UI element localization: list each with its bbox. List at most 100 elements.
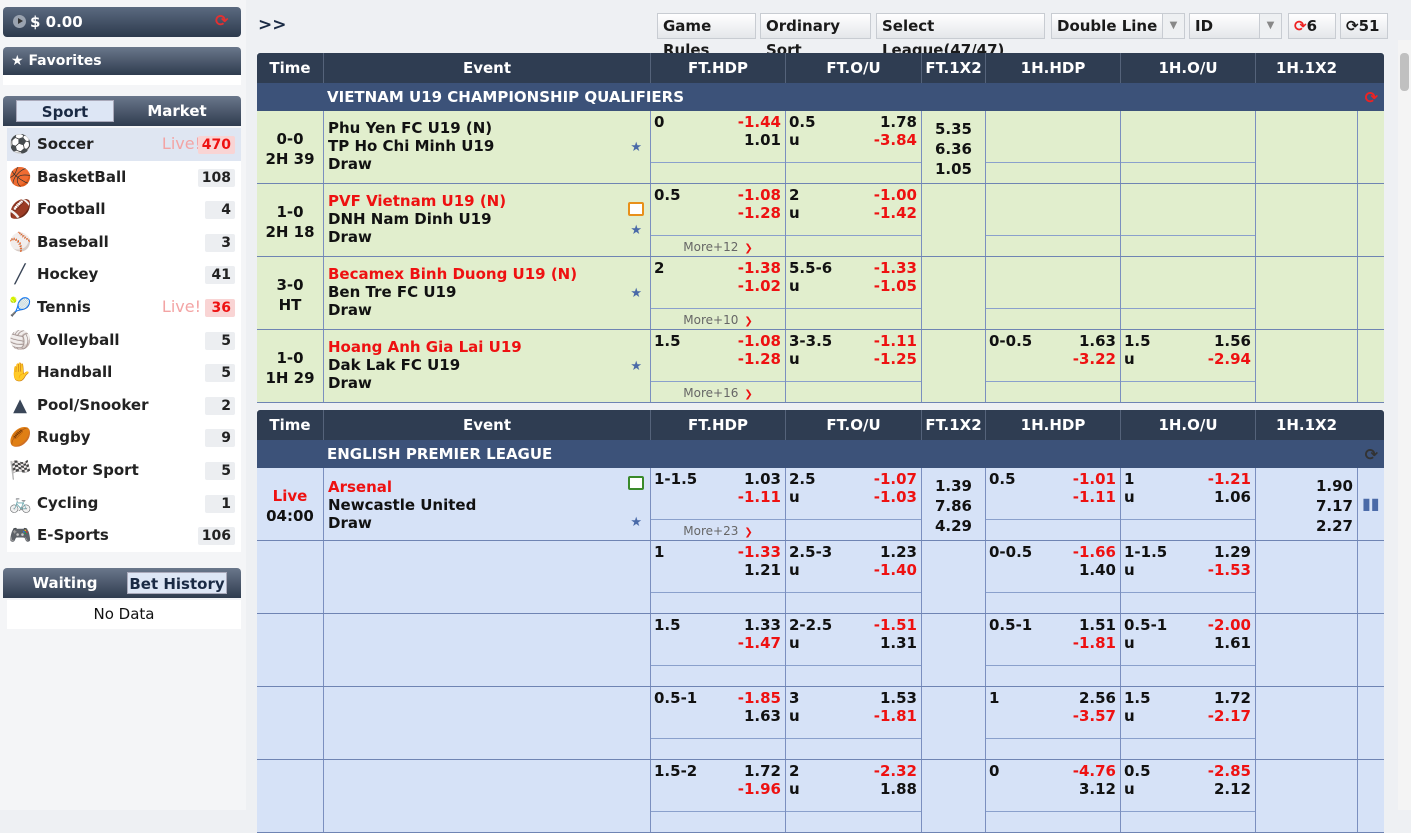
odds-value[interactable]: -2.94	[1208, 350, 1251, 368]
sidebar-item-tennis[interactable]: 🎾 Tennis Live! 36	[7, 291, 241, 324]
odds-value[interactable]: -1.11	[874, 332, 917, 350]
favorite-star-icon[interactable]: ★	[630, 514, 642, 532]
favorite-star-icon[interactable]: ★	[630, 222, 642, 240]
odds-cell[interactable]: 5.5-6 u -1.33 -1.05	[786, 257, 921, 309]
odds-value[interactable]: -1.40	[874, 561, 917, 579]
odds-value[interactable]: 1.63	[744, 707, 781, 725]
odds-value[interactable]: -1.11	[1073, 488, 1116, 506]
odds-value[interactable]: -1.08	[738, 332, 781, 350]
id-select[interactable]: ID ▼	[1189, 13, 1282, 39]
odds-value[interactable]: 3.12	[1079, 780, 1116, 798]
odds-cell[interactable]: 0.5 -1.08 -1.28	[651, 184, 785, 236]
odds-value[interactable]: 1.72	[1214, 689, 1251, 707]
more-markets-link[interactable]: More+10 ❯	[651, 310, 785, 332]
odds-value[interactable]: -1.21	[1208, 470, 1251, 488]
odds-cell[interactable]: 0 -1.44 1.01	[651, 111, 785, 163]
odds-value[interactable]: 2.12	[1214, 780, 1251, 798]
sidebar-item-hockey[interactable]: ╱ Hockey 41	[7, 258, 241, 291]
odds-value[interactable]: -1.33	[874, 259, 917, 277]
expand-button[interactable]: >>	[258, 15, 287, 35]
odds-value[interactable]: -2.00	[1208, 616, 1251, 634]
odds-cell[interactable]: 0-0.5 1.63 -3.22	[986, 330, 1120, 382]
refresh-icon[interactable]: ⟳	[1365, 84, 1378, 112]
odds-value[interactable]: 1.90	[1256, 476, 1353, 496]
refresh-live-button[interactable]: ⟳6	[1288, 13, 1336, 39]
odds-cell[interactable]: 2-2.5 u -1.51 1.31	[786, 614, 921, 666]
odds-value[interactable]: 6.36	[922, 139, 985, 159]
odds-value[interactable]: 1.39	[922, 476, 985, 496]
odds-cell[interactable]: 1-1.5 1.03 -1.11	[651, 468, 785, 520]
scrollbar[interactable]	[1398, 40, 1411, 810]
odds-value[interactable]: -1.33	[738, 543, 781, 561]
odds-value[interactable]: -4.76	[1073, 762, 1116, 780]
odds-cell[interactable]: 1.5 u 1.72 -2.17	[1121, 687, 1255, 739]
odds-value[interactable]: -3.22	[1073, 350, 1116, 368]
odds-value[interactable]: 1.05	[922, 159, 985, 179]
odds-value[interactable]: 1.40	[1079, 561, 1116, 579]
league-header[interactable]: VIETNAM U19 CHAMPIONSHIP QUALIFIERS ⟳	[257, 83, 1384, 111]
tab-waiting[interactable]: Waiting	[16, 572, 114, 594]
odds-value[interactable]: -1.28	[738, 204, 781, 222]
odds-value[interactable]: 1.78	[880, 113, 917, 131]
sidebar-item-baseball[interactable]: ⚾ Baseball 3	[7, 226, 241, 259]
odds-value[interactable]: -1.08	[738, 186, 781, 204]
odds-value[interactable]: 4.29	[922, 516, 985, 536]
odds-cell[interactable]: 0.5-1 -1.85 1.63	[651, 687, 785, 739]
line-select[interactable]: Double Line ▼	[1051, 13, 1185, 39]
tab-bet-history[interactable]: Bet History	[127, 572, 227, 594]
odds-value[interactable]: 7.17	[1256, 496, 1353, 516]
sidebar-item-rugby[interactable]: 🏉 Rugby 9	[7, 421, 241, 454]
more-markets-link[interactable]: More+12 ❯	[651, 237, 785, 259]
sidebar-item-football[interactable]: 🏈 Football 4	[7, 193, 241, 226]
sidebar-item-basketball[interactable]: 🏀 BasketBall 108	[7, 161, 241, 194]
odds-value[interactable]: 1.01	[744, 131, 781, 149]
favorites-header[interactable]: ★ Favorites	[3, 47, 241, 75]
stats-chart-icon[interactable]: ▮▮	[1362, 494, 1380, 513]
odds-value[interactable]: -1.81	[1073, 634, 1116, 652]
odds-value[interactable]: -2.17	[1208, 707, 1251, 725]
tab-market[interactable]: Market	[127, 100, 227, 122]
odds-value[interactable]: 2.56	[1079, 689, 1116, 707]
odds-cell[interactable]: 1-1.5 u 1.29 -1.53	[1121, 541, 1255, 593]
odds-value[interactable]: -1.51	[874, 616, 917, 634]
scrollbar-thumb[interactable]	[1400, 53, 1409, 91]
tab-sport[interactable]: Sport	[16, 100, 114, 122]
odds-value[interactable]: 1.23	[880, 543, 917, 561]
odds-value[interactable]: -1.96	[738, 780, 781, 798]
live-tv-icon[interactable]	[628, 476, 644, 490]
odds-cell[interactable]: 1.5 -1.08 -1.28	[651, 330, 785, 382]
odds-value[interactable]: -1.28	[738, 350, 781, 368]
favorite-star-icon[interactable]: ★	[630, 358, 642, 376]
odds-value[interactable]: 1.33	[744, 616, 781, 634]
odds-value[interactable]: -1.03	[874, 488, 917, 506]
league-header[interactable]: ENGLISH PREMIER LEAGUE ⟳	[257, 440, 1384, 468]
odds-value[interactable]: -2.32	[874, 762, 917, 780]
odds-value[interactable]: 1.63	[1079, 332, 1116, 350]
odds-cell[interactable]: 2 u -2.32 1.88	[786, 760, 921, 812]
odds-value[interactable]: 1.31	[880, 634, 917, 652]
odds-cell[interactable]: 0.5 u 1.78 -3.84	[786, 111, 921, 163]
odds-value[interactable]: 1.61	[1214, 634, 1251, 652]
odds-value[interactable]: -1.85	[738, 689, 781, 707]
odds-value[interactable]: -1.05	[874, 277, 917, 295]
odds-value[interactable]: -1.02	[738, 277, 781, 295]
odds-cell[interactable]: 0.5-1 1.51 -1.81	[986, 614, 1120, 666]
odds-value[interactable]: -3.57	[1073, 707, 1116, 725]
odds-value[interactable]: -1.47	[738, 634, 781, 652]
game-rules-button[interactable]: Game Rules	[657, 13, 756, 59]
favorite-star-icon[interactable]: ★	[630, 139, 642, 157]
odds-cell[interactable]: 0-0.5 -1.66 1.40	[986, 541, 1120, 593]
odds-value[interactable]: -1.11	[738, 488, 781, 506]
odds-value[interactable]: -3.84	[874, 131, 917, 149]
odds-value[interactable]: 1.88	[880, 780, 917, 798]
odds-value[interactable]: -2.85	[1208, 762, 1251, 780]
odds-cell[interactable]: 2 u -1.00 -1.42	[786, 184, 921, 236]
sort-button[interactable]: Ordinary Sort	[760, 13, 871, 59]
sidebar-item-e-sports[interactable]: 🎮 E-Sports 106	[7, 519, 241, 552]
odds-value[interactable]: -1.01	[1073, 470, 1116, 488]
refresh-icon[interactable]: ⟳	[215, 13, 231, 29]
odds-value[interactable]: 1.29	[1214, 543, 1251, 561]
sidebar-item-volleyball[interactable]: 🏐 Volleyball 5	[7, 324, 241, 357]
odds-value[interactable]: 2.27	[1256, 516, 1353, 536]
odds-cell[interactable]: 3-3.5 u -1.11 -1.25	[786, 330, 921, 382]
